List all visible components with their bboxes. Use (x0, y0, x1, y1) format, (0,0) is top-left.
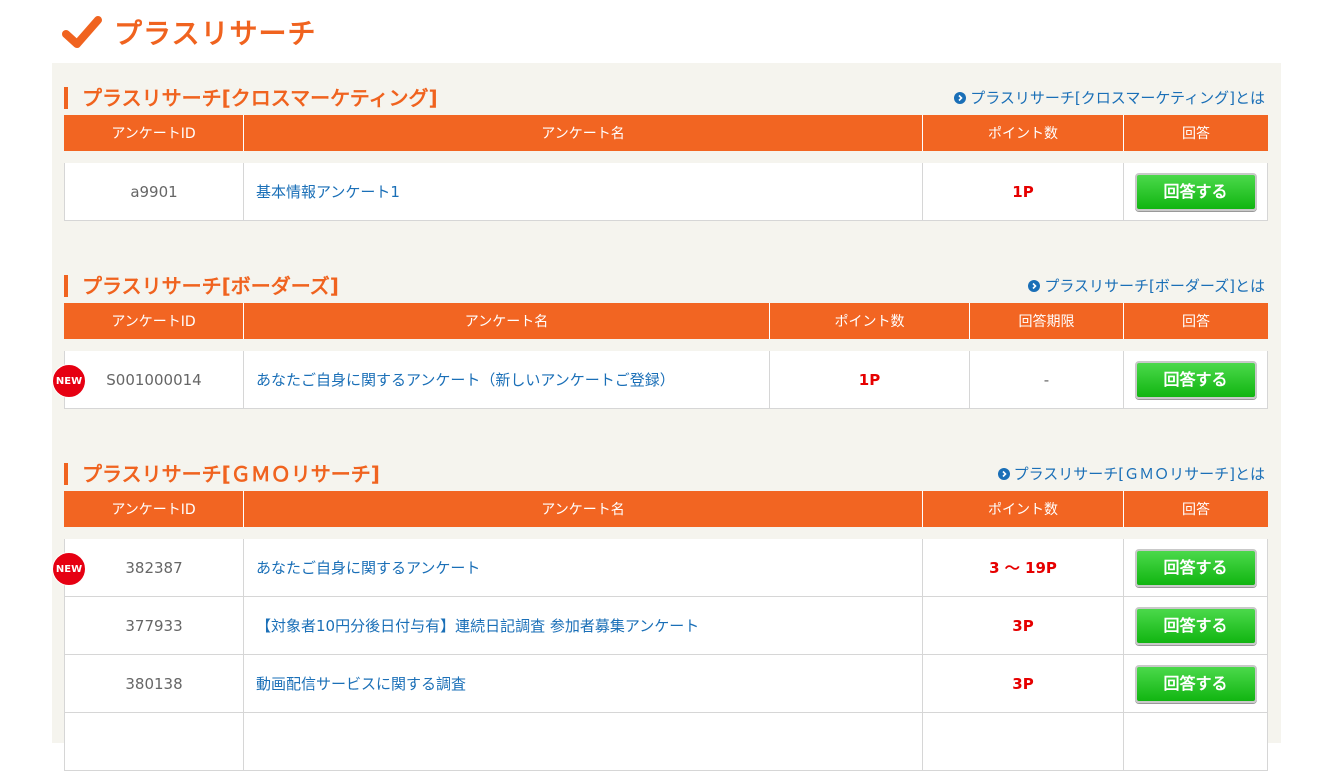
survey-name-link[interactable]: 基本情報アンケート1 (256, 183, 400, 201)
col-header-name: アンケート名 (243, 115, 922, 151)
col-header-id: アンケートID (64, 115, 243, 151)
section-about-link[interactable]: プラスリサーチ[ボーダーズ]とは (1028, 275, 1265, 296)
survey-deadline: - (969, 351, 1123, 409)
checkmark-icon (62, 16, 102, 48)
col-header-answer: 回答 (1123, 115, 1268, 151)
col-header-deadline: 回答期限 (969, 303, 1123, 339)
survey-points: 1P (922, 163, 1123, 221)
section-header: プラスリサーチ[ボーダーズ] プラスリサーチ[ボーダーズ]とは (64, 269, 1269, 303)
section-about-link[interactable]: プラスリサーチ[ＧＭＯリサーチ]とは (997, 463, 1265, 484)
answer-button[interactable]: 回答する (1134, 172, 1257, 211)
survey-id: a9901 (64, 163, 243, 221)
section-about-link-label: プラスリサーチ[ＧＭＯリサーチ]とは (1013, 465, 1265, 483)
table-row: NEW S001000014 あなたご自身に関するアンケート（新しいアンケートご… (52, 351, 1268, 409)
col-header-answer: 回答 (1123, 491, 1268, 527)
col-header-id: アンケートID (64, 303, 243, 339)
survey-name-link[interactable]: 【対象者10円分後日付与有】連続日記調査 参加者募集アンケート (256, 617, 699, 635)
col-header-answer: 回答 (1123, 303, 1268, 339)
survey-id: 377933 (64, 597, 243, 655)
section-title: プラスリサーチ[ＧＭＯリサーチ] (64, 463, 380, 485)
circle-arrow-icon (997, 467, 1010, 480)
answer-button[interactable]: 回答する (1134, 548, 1257, 587)
survey-name-link[interactable]: 動画配信サービスに関する調査 (256, 675, 466, 693)
survey-table: アンケートID アンケート名 ポイント数 回答期限 回答 NEW S001000… (52, 303, 1268, 409)
col-header-name: アンケート名 (243, 303, 769, 339)
survey-table: アンケートID アンケート名 ポイント数 回答 NEW 382387 あなたご自… (52, 491, 1268, 771)
col-header-id: アンケートID (64, 491, 243, 527)
survey-name-link[interactable]: あなたご自身に関するアンケート (256, 559, 480, 577)
section-about-link[interactable]: プラスリサーチ[クロスマーケティング]とは (954, 87, 1265, 108)
section-gmo-research: プラスリサーチ[ＧＭＯリサーチ] プラスリサーチ[ＧＭＯリサーチ]とは アンケー… (52, 457, 1269, 771)
page-header: プラスリサーチ (62, 10, 316, 54)
table-row: NEW 382387 あなたご自身に関するアンケート 3 ～ 19P 回答する (52, 539, 1268, 597)
section-borders: プラスリサーチ[ボーダーズ] プラスリサーチ[ボーダーズ]とは アンケートID … (52, 269, 1269, 409)
circle-arrow-icon (954, 91, 967, 104)
circle-arrow-icon (1028, 279, 1041, 292)
section-header: プラスリサーチ[クロスマーケティング] プラスリサーチ[クロスマーケティング]と… (64, 81, 1269, 115)
survey-points: 3 ～ 19P (922, 539, 1123, 597)
section-about-link-label: プラスリサーチ[ボーダーズ]とは (1044, 277, 1265, 295)
answer-button[interactable]: 回答する (1134, 606, 1257, 645)
answer-button[interactable]: 回答する (1134, 360, 1257, 399)
col-header-points: ポイント数 (922, 491, 1123, 527)
table-row (64, 713, 1268, 771)
survey-points: 3P (922, 655, 1123, 713)
section-about-link-label: プラスリサーチ[クロスマーケティング]とは (970, 89, 1265, 107)
section-title: プラスリサーチ[クロスマーケティング] (64, 87, 438, 109)
section-title: プラスリサーチ[ボーダーズ] (64, 275, 339, 297)
survey-points: 3P (922, 597, 1123, 655)
table-row: 380138 動画配信サービスに関する調査 3P 回答する (64, 655, 1268, 713)
new-badge: NEW (52, 552, 86, 586)
section-cross-marketing: プラスリサーチ[クロスマーケティング] プラスリサーチ[クロスマーケティング]と… (64, 81, 1269, 221)
col-header-name: アンケート名 (243, 491, 922, 527)
table-row: 377933 【対象者10円分後日付与有】連続日記調査 参加者募集アンケート 3… (64, 597, 1268, 655)
col-header-points: ポイント数 (769, 303, 969, 339)
survey-id: S001000014 (106, 370, 202, 389)
survey-id: 382387 (125, 558, 183, 577)
survey-table: アンケートID アンケート名 ポイント数 回答 a9901 基本情報アンケート1… (64, 115, 1268, 221)
table-row: a9901 基本情報アンケート1 1P 回答する (64, 163, 1268, 221)
col-header-points: ポイント数 (922, 115, 1123, 151)
survey-id: 380138 (64, 655, 243, 713)
page-title: プラスリサーチ (114, 17, 317, 50)
survey-name-link[interactable]: あなたご自身に関するアンケート（新しいアンケートご登録） (256, 371, 675, 389)
answer-button[interactable]: 回答する (1134, 664, 1257, 703)
section-header: プラスリサーチ[ＧＭＯリサーチ] プラスリサーチ[ＧＭＯリサーチ]とは (64, 457, 1269, 491)
survey-points: 1P (769, 351, 969, 409)
survey-panel: プラスリサーチ[クロスマーケティング] プラスリサーチ[クロスマーケティング]と… (52, 63, 1281, 771)
new-badge: NEW (52, 364, 86, 398)
